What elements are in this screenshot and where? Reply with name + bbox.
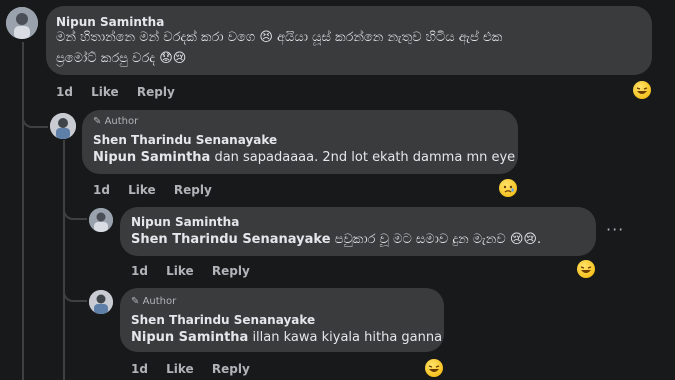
comment-author-name[interactable]: Nipun Samintha [131,215,239,229]
comment-time[interactable]: 1d [56,85,73,99]
reply-button[interactable]: Reply [212,264,250,278]
comment-text: Shen Tharindu Senanayake පවුකාර වූ මට සම… [131,232,542,247]
comment-time[interactable]: 1d [131,362,148,376]
like-button[interactable]: Like [166,362,194,376]
thread-curve-2 [63,200,87,220]
avatar[interactable] [89,290,113,314]
comment-text: Nipun Samintha dan sapadaaaa. 2nd lot ek… [93,150,516,165]
avatar[interactable] [50,113,76,139]
pencil-icon: ✎ [93,116,102,127]
comment-time[interactable]: 1d [93,183,110,197]
like-button[interactable]: Like [166,264,194,278]
comment-actions: 1d Like Reply [56,85,189,99]
reply-button[interactable]: Reply [174,183,212,197]
reply-button[interactable]: Reply [212,362,250,376]
reply-button[interactable]: Reply [137,85,175,99]
thread-line-main [22,42,24,380]
avatar[interactable] [6,7,38,39]
comment-author-name[interactable]: Shen Tharindu Senanayake [93,133,277,147]
more-options-icon[interactable]: ··· [606,220,624,239]
comment-actions: 1d Like Reply [93,183,226,197]
laughing-face-icon[interactable] [633,81,651,99]
comment-time[interactable]: 1d [131,264,148,278]
like-button[interactable]: Like [91,85,119,99]
avatar[interactable] [89,208,113,232]
laughing-face-icon[interactable] [425,359,443,377]
comment-actions: 1d Like Reply [131,264,264,278]
comment-actions: 1d Like Reply [131,362,264,376]
comment-author-name[interactable]: Shen Tharindu Senanayake [131,313,315,327]
comment-text-line-2: ප්‍රමෝට් කරපු වරද 😟😢 [56,51,187,66]
comment-author-name[interactable]: Nipun Samintha [56,15,164,29]
mention-link[interactable]: Nipun Samintha [93,150,210,165]
comment-text-line-1: මන් හිතාන්නෙ මන් වරදක් කරා වගෙ 😣 අයියා ය… [56,30,503,45]
mention-link[interactable]: Nipun Samintha [131,330,248,345]
comment-text: Nipun Samintha illan kawa kiyala hitha g… [131,330,443,345]
author-badge: ✎ Author [93,116,139,127]
thread-line-sub [63,140,65,380]
sad-face-icon[interactable] [499,179,517,197]
like-button[interactable]: Like [128,183,156,197]
mention-link[interactable]: Shen Tharindu Senanayake [131,232,331,247]
thread-curve-1 [22,104,48,128]
thread-curve-3 [63,280,87,302]
laughing-face-icon[interactable] [577,260,595,278]
pencil-icon: ✎ [131,296,140,307]
author-badge: ✎ Author [131,296,177,307]
